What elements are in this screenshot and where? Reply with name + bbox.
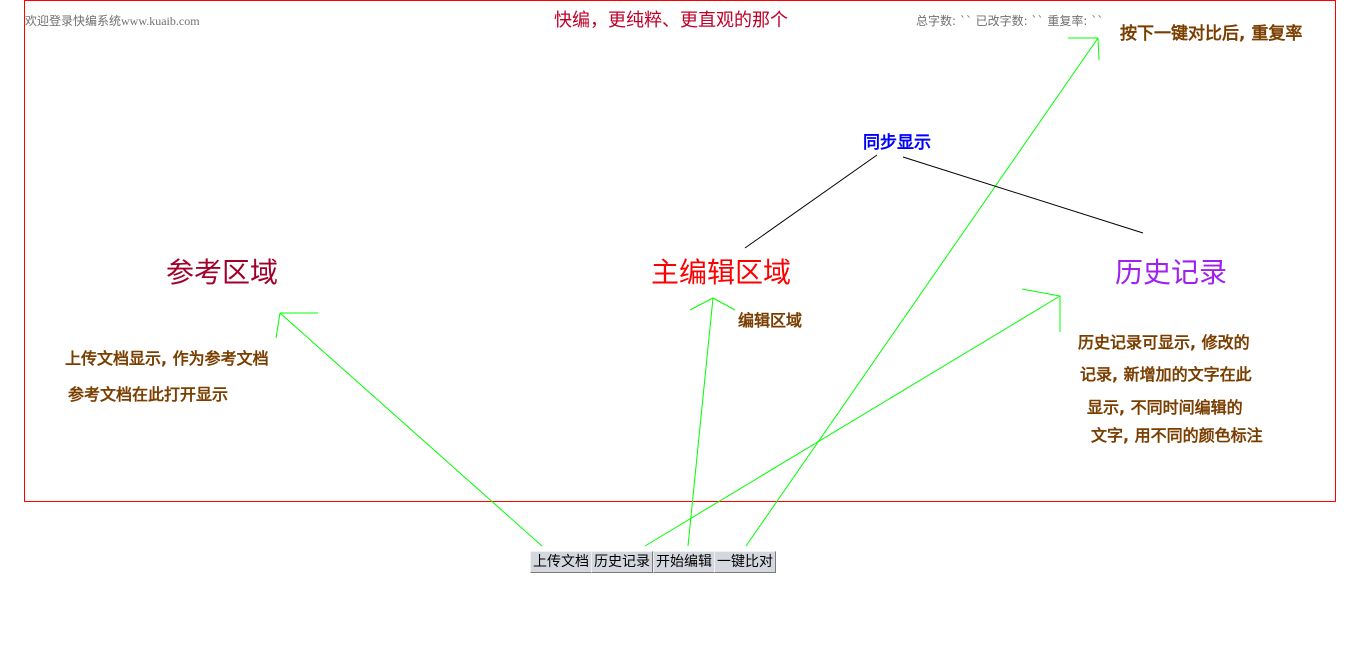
arrow-history bbox=[644, 288, 1061, 547]
arrow-compare bbox=[745, 37, 1100, 547]
sync-line-history bbox=[902, 156, 1144, 234]
arrow-start-edit bbox=[687, 297, 736, 547]
arrow-upload bbox=[275, 312, 543, 547]
start-edit-button[interactable]: 开始编辑 bbox=[653, 551, 715, 573]
upload-button[interactable]: 上传文档 bbox=[530, 551, 592, 573]
compare-button[interactable]: 一键比对 bbox=[714, 551, 776, 573]
sync-line-main bbox=[744, 154, 878, 249]
history-button[interactable]: 历史记录 bbox=[591, 551, 653, 573]
